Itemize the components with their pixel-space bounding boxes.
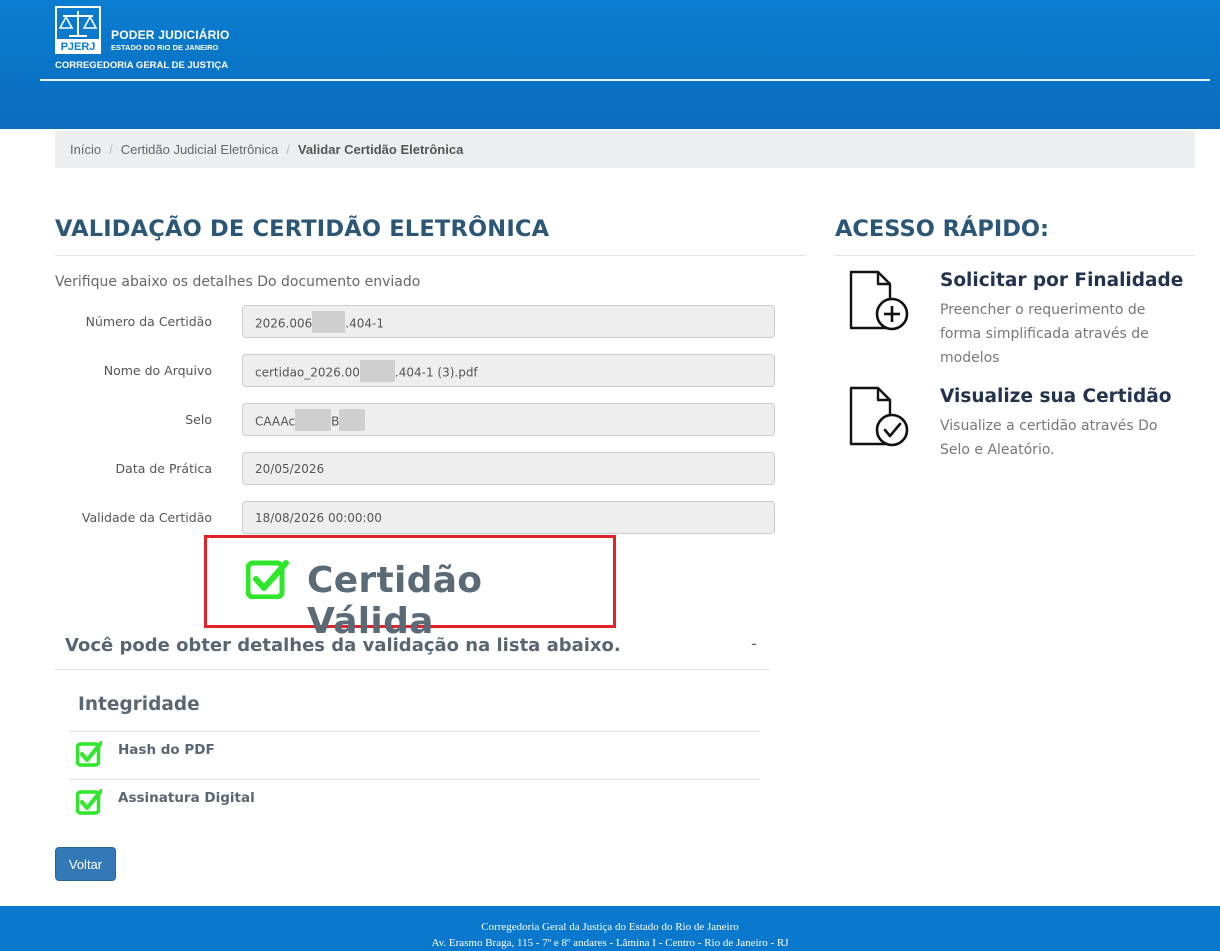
quick-link-solicitar[interactable]: Solicitar por Finalidade Preencher o req… — [835, 270, 1195, 370]
breadcrumb-home-link[interactable]: Início — [70, 142, 101, 157]
redaction-block — [339, 409, 366, 431]
validade-label: Validade da Certidão — [81, 510, 212, 525]
redaction-block — [359, 360, 395, 382]
document-add-icon — [849, 270, 909, 331]
details-heading[interactable]: Você pode obter detalhes da validação na… — [65, 635, 621, 656]
integrity-item-label: Hash do PDF — [118, 742, 215, 758]
back-button[interactable]: Voltar — [55, 847, 116, 881]
validade-field[interactable]: 18/08/2026 00:00:00 — [242, 501, 775, 534]
numero-label: Número da Certidão — [85, 314, 212, 329]
check-square-icon — [76, 741, 102, 767]
page-title: VALIDAÇÃO DE CERTIDÃO ELETRÔNICA — [55, 216, 550, 242]
details-collapse-toggle[interactable]: - — [751, 634, 757, 653]
quick-link-description: Preencher o requerimento de forma simpli… — [940, 302, 1149, 366]
footer-line-address: Av. Erasmo Braga, 115 - 7º e 8º andares … — [431, 937, 789, 949]
breadcrumb-separator: / — [286, 142, 290, 157]
quick-link-title[interactable]: Visualize sua Certidão — [940, 386, 1171, 407]
breadcrumb-separator: / — [109, 142, 113, 157]
selo-label: Selo — [185, 412, 212, 427]
redaction-block — [312, 311, 346, 333]
org-department: CORREGEDORIA GERAL DE JUSTIÇA — [55, 60, 229, 71]
quick-access-title: ACESSO RÁPIDO: — [835, 216, 1050, 242]
integrity-item-label: Assinatura Digital — [118, 790, 255, 806]
field-row-arquivo: Nome do Arquivo certidao_2026.00.404-1 (… — [55, 354, 775, 388]
svg-text:PJERJ: PJERJ — [61, 41, 96, 53]
numero-field[interactable]: 2026.006.404-1 — [242, 305, 775, 338]
redaction-block — [295, 409, 332, 431]
integrity-heading: Integridade — [78, 694, 200, 715]
document-check-icon — [849, 386, 909, 447]
arquivo-label: Nome do Arquivo — [103, 363, 212, 378]
breadcrumb: Início / Certidão Judicial Eletrônica / … — [55, 131, 1195, 168]
integrity-item-assinatura: Assinatura Digital — [76, 789, 476, 819]
site-footer: Corregedoria Geral da Justiça do Estado … — [0, 906, 1220, 951]
intro-text: Verifique abaixo os detalhes Do document… — [55, 274, 421, 290]
arquivo-field[interactable]: certidao_2026.00.404-1 (3).pdf — [242, 354, 775, 387]
breadcrumb-current: Validar Certidão Eletrônica — [297, 142, 464, 157]
data-pratica-label: Data de Prática — [115, 461, 212, 476]
data-pratica-field[interactable]: 20/05/2026 — [242, 452, 775, 485]
details-divider — [55, 669, 770, 670]
integrity-divider — [70, 779, 760, 780]
field-row-data-pratica: Data de Prática 20/05/2026 — [55, 452, 775, 486]
quick-link-description: Visualize a certidão através Do Selo e A… — [940, 418, 1158, 458]
integrity-divider — [70, 731, 760, 732]
field-row-selo: Selo CAAAc B — [55, 403, 775, 437]
quick-link-visualize[interactable]: Visualize sua Certidão Visualize a certi… — [835, 386, 1195, 466]
check-square-icon — [76, 789, 102, 815]
org-state: ESTADO DO RIO DE JANEIRO — [111, 43, 219, 52]
check-square-icon — [246, 560, 289, 599]
integrity-item-hash: Hash do PDF — [76, 741, 476, 771]
validation-status-box: Certidão Válida — [204, 535, 616, 642]
field-row-validade: Validade da Certidão 18/08/2026 00:00:00 — [55, 501, 775, 535]
site-header: PJERJ PODER JUDICIÁRIO ESTADO DO RIO DE … — [0, 0, 1220, 129]
validation-status-text: Certidão Válida — [307, 560, 483, 642]
selo-field[interactable]: CAAAc B — [242, 403, 775, 436]
title-divider — [55, 255, 805, 256]
field-row-numero: Número da Certidão 2026.006.404-1 — [55, 305, 775, 339]
pjerj-logo[interactable]: PJERJ — [55, 6, 101, 54]
org-name: PODER JUDICIÁRIO — [111, 28, 230, 42]
quick-access-divider — [835, 255, 1195, 256]
footer-line-org: Corregedoria Geral da Justiça do Estado … — [481, 921, 739, 933]
breadcrumb-certidao-link[interactable]: Certidão Judicial Eletrônica — [121, 142, 279, 157]
header-divider — [40, 79, 1210, 81]
quick-link-title[interactable]: Solicitar por Finalidade — [940, 270, 1183, 291]
